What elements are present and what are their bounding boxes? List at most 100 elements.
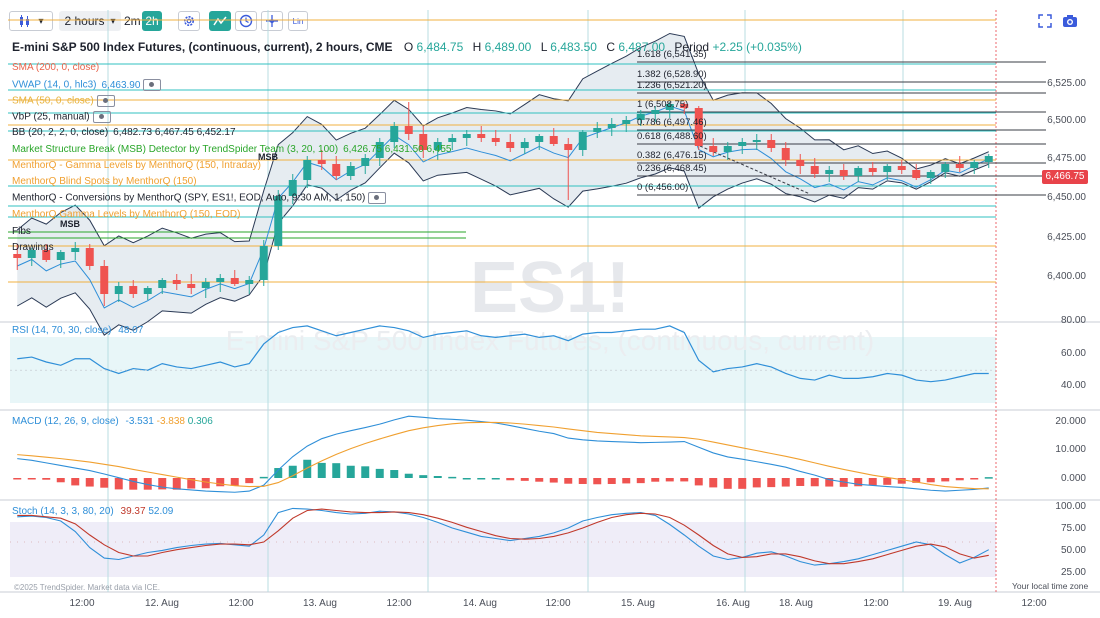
macd-histogram-bar bbox=[636, 478, 645, 484]
stoch-legend: Stoch (14, 3, 3, 80, 20) 39.37 52.09 bbox=[12, 506, 173, 517]
candle-body bbox=[723, 146, 732, 152]
rsi-value: 48.07 bbox=[118, 325, 144, 336]
macd-histogram-bar bbox=[694, 478, 703, 486]
indicator-label: MenthorQ Blind Spots by MenthorQ (150) bbox=[12, 176, 197, 187]
indicator-row[interactable]: Fibs bbox=[12, 226, 31, 238]
watermark-symbol: ES1! bbox=[470, 248, 630, 328]
watermark: ES1! E-mini S&P 500 Index Futures, (cont… bbox=[226, 248, 874, 356]
indicator-label: Drawings bbox=[12, 242, 54, 253]
macd-histogram-bar bbox=[651, 478, 660, 482]
candle-body bbox=[984, 156, 993, 162]
candle-body bbox=[549, 136, 558, 144]
candle-body bbox=[491, 138, 500, 142]
candle-body bbox=[100, 266, 109, 294]
indicator-row[interactable]: VbP (25, manual) bbox=[12, 111, 111, 124]
macd-value: -3.531 bbox=[125, 416, 154, 427]
macd-histogram-bar bbox=[796, 478, 805, 486]
candle-body bbox=[187, 284, 196, 288]
time-tick: 14. Aug bbox=[463, 598, 497, 609]
candle-body bbox=[71, 248, 80, 252]
macd-histogram-bar bbox=[375, 468, 384, 478]
candle-body bbox=[709, 146, 718, 152]
candle-body bbox=[796, 160, 805, 166]
time-tick: 15. Aug bbox=[621, 598, 655, 609]
macd-histogram-bar bbox=[114, 478, 123, 490]
macd-histogram-bar bbox=[201, 478, 210, 489]
candle-body bbox=[767, 140, 776, 148]
eye-icon[interactable] bbox=[96, 95, 115, 107]
candle-body bbox=[955, 164, 964, 168]
indicator-row[interactable]: VWAP (14, 0, hlc3) 6,463.90 bbox=[12, 79, 162, 92]
candle-body bbox=[868, 168, 877, 172]
candle-body bbox=[85, 248, 94, 266]
time-tick: 19. Aug bbox=[938, 598, 972, 609]
indicator-row[interactable]: SMA (200, 0, close) bbox=[12, 62, 99, 74]
axis-tick: 25.00 bbox=[1060, 567, 1086, 578]
macd-histogram-bar bbox=[462, 478, 471, 480]
period-value: +2.25 (+0.035%) bbox=[712, 40, 802, 54]
rsi-label: RSI (14, 70, 30, close) bbox=[12, 325, 112, 336]
indicator-label: Fibs bbox=[12, 226, 31, 237]
macd-layer bbox=[13, 415, 993, 493]
candle-body bbox=[245, 280, 254, 284]
candle-body bbox=[404, 126, 413, 134]
axis-tick: 50.00 bbox=[1060, 545, 1086, 556]
chart-area[interactable]: ES1! E-mini S&P 500 Index Futures, (cont… bbox=[0, 0, 1100, 618]
candle-body bbox=[970, 162, 979, 168]
candle-body bbox=[462, 134, 471, 138]
indicator-row[interactable]: MenthorQ - Conversions by MenthorQ (SPY,… bbox=[12, 192, 387, 205]
time-tick: 12:00 bbox=[545, 598, 571, 609]
indicator-row[interactable]: SMA (50, 0, close) bbox=[12, 95, 115, 108]
low-value: 6,483.50 bbox=[550, 40, 597, 54]
indicator-label: Market Structure Break (MSB) Detector by… bbox=[12, 144, 339, 155]
candle-body bbox=[332, 164, 341, 176]
candle-body bbox=[346, 166, 355, 176]
fib-level-label: 0.382 (6,476.15) bbox=[637, 150, 707, 161]
candle-body bbox=[448, 138, 457, 142]
candle-body bbox=[13, 254, 22, 258]
macd-histogram-bar bbox=[810, 478, 819, 487]
time-tick: 12:00 bbox=[228, 598, 254, 609]
indicator-row[interactable]: Drawings bbox=[12, 242, 54, 254]
indicator-row[interactable]: BB (20, 2, 2, 0, close) 6,482.73 6,467.45… bbox=[12, 127, 236, 139]
macd-histogram-bar bbox=[404, 473, 413, 478]
macd-histogram-bar bbox=[419, 475, 428, 478]
macd-histogram-bar bbox=[332, 463, 341, 478]
macd-histogram-bar bbox=[42, 478, 51, 480]
fib-level-label: 0.786 (6,497.46) bbox=[637, 117, 707, 128]
candle-body bbox=[825, 170, 834, 174]
candle-body bbox=[607, 124, 616, 128]
macd-histogram-bar bbox=[984, 477, 993, 479]
time-tick: 18. Aug bbox=[779, 598, 813, 609]
eye-icon[interactable] bbox=[368, 192, 387, 204]
macd-histogram-bar bbox=[520, 478, 529, 481]
macd-label: MACD (12, 26, 9, close) bbox=[12, 416, 119, 427]
candle-body bbox=[897, 166, 906, 170]
price-tick: 6,400.00 bbox=[1047, 271, 1086, 282]
macd-histogram-bar bbox=[926, 478, 935, 483]
macd-histogram-bar bbox=[129, 478, 138, 490]
macd-histogram-bar bbox=[317, 462, 326, 478]
candle-body bbox=[216, 278, 225, 282]
indicator-row[interactable]: MenthorQ Blind Spots by MenthorQ (150) bbox=[12, 176, 197, 188]
macd-histogram-bar bbox=[85, 478, 94, 487]
fib-level-label: 0.236 (6,468.45) bbox=[637, 163, 707, 174]
indicator-row[interactable]: MenthorQ - Gamma Levels by MenthorQ (150… bbox=[12, 160, 261, 172]
macd-histogram-bar bbox=[941, 478, 950, 482]
macd-histogram-bar bbox=[390, 470, 399, 478]
last-price-value: 6,466.75 bbox=[1045, 171, 1085, 182]
eye-icon[interactable] bbox=[143, 79, 162, 91]
open-value: 6,484.75 bbox=[416, 40, 464, 54]
macd-histogram-bar bbox=[868, 478, 877, 486]
indicator-label: MenthorQ Gamma Levels by MenthorQ (150, … bbox=[12, 209, 241, 220]
candle-body bbox=[593, 128, 602, 132]
candle-body bbox=[622, 120, 631, 124]
time-tick: 16. Aug bbox=[716, 598, 750, 609]
macd-histogram-bar bbox=[607, 478, 616, 484]
eye-icon[interactable] bbox=[92, 111, 111, 123]
candle-body bbox=[781, 148, 790, 160]
price-tick: 6,475.00 bbox=[1047, 153, 1086, 164]
macd-histogram-bar bbox=[361, 466, 370, 478]
indicator-row[interactable]: MenthorQ Gamma Levels by MenthorQ (150, … bbox=[12, 209, 240, 221]
indicator-row[interactable]: Market Structure Break (MSB) Detector by… bbox=[12, 144, 452, 156]
